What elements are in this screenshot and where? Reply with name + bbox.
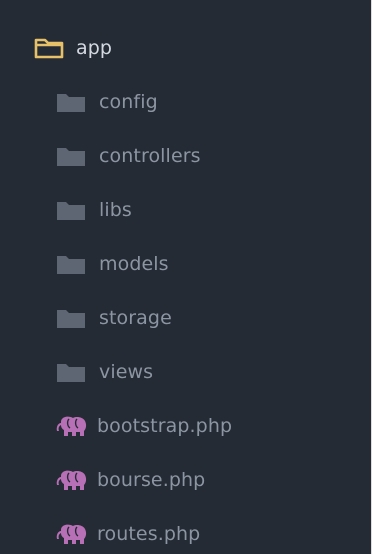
folder-icon — [57, 198, 85, 222]
tree-item-label: storage — [99, 306, 172, 329]
tree-item-label: models — [99, 252, 169, 275]
php-elephant-icon — [55, 414, 89, 438]
tree-item-storage[interactable]: storage — [57, 300, 172, 336]
tree-item-routes-php[interactable]: routes.php — [55, 516, 200, 552]
tree-item-label: libs — [99, 198, 132, 221]
tree-item-bootstrap-php[interactable]: bootstrap.php — [55, 408, 232, 444]
tree-item-views[interactable]: views — [57, 354, 153, 390]
tree-item-libs[interactable]: libs — [57, 192, 132, 228]
php-elephant-icon — [55, 522, 89, 546]
tree-item-models[interactable]: models — [57, 246, 169, 282]
tree-item-config[interactable]: config — [57, 84, 158, 120]
file-tree-panel: app config controllers libs models stora… — [0, 0, 372, 554]
folder-icon — [57, 90, 85, 114]
tree-item-bourse-php[interactable]: bourse.php — [55, 462, 205, 498]
php-elephant-icon — [55, 468, 89, 492]
tree-item-label: bootstrap.php — [97, 414, 233, 437]
folder-icon — [57, 144, 85, 168]
tree-item-controllers[interactable]: controllers — [57, 138, 201, 174]
tree-item-label: views — [99, 360, 154, 383]
folder-icon — [57, 360, 85, 384]
tree-item-label: app — [76, 36, 113, 59]
tree-item-label: routes.php — [97, 522, 201, 545]
folder-icon — [57, 252, 85, 276]
folder-open-icon — [34, 36, 64, 60]
tree-item-label: config — [99, 90, 158, 113]
tree-item-label: bourse.php — [97, 468, 206, 491]
folder-icon — [57, 306, 85, 330]
tree-item-label: controllers — [99, 144, 201, 167]
tree-item-app[interactable]: app — [34, 30, 112, 66]
